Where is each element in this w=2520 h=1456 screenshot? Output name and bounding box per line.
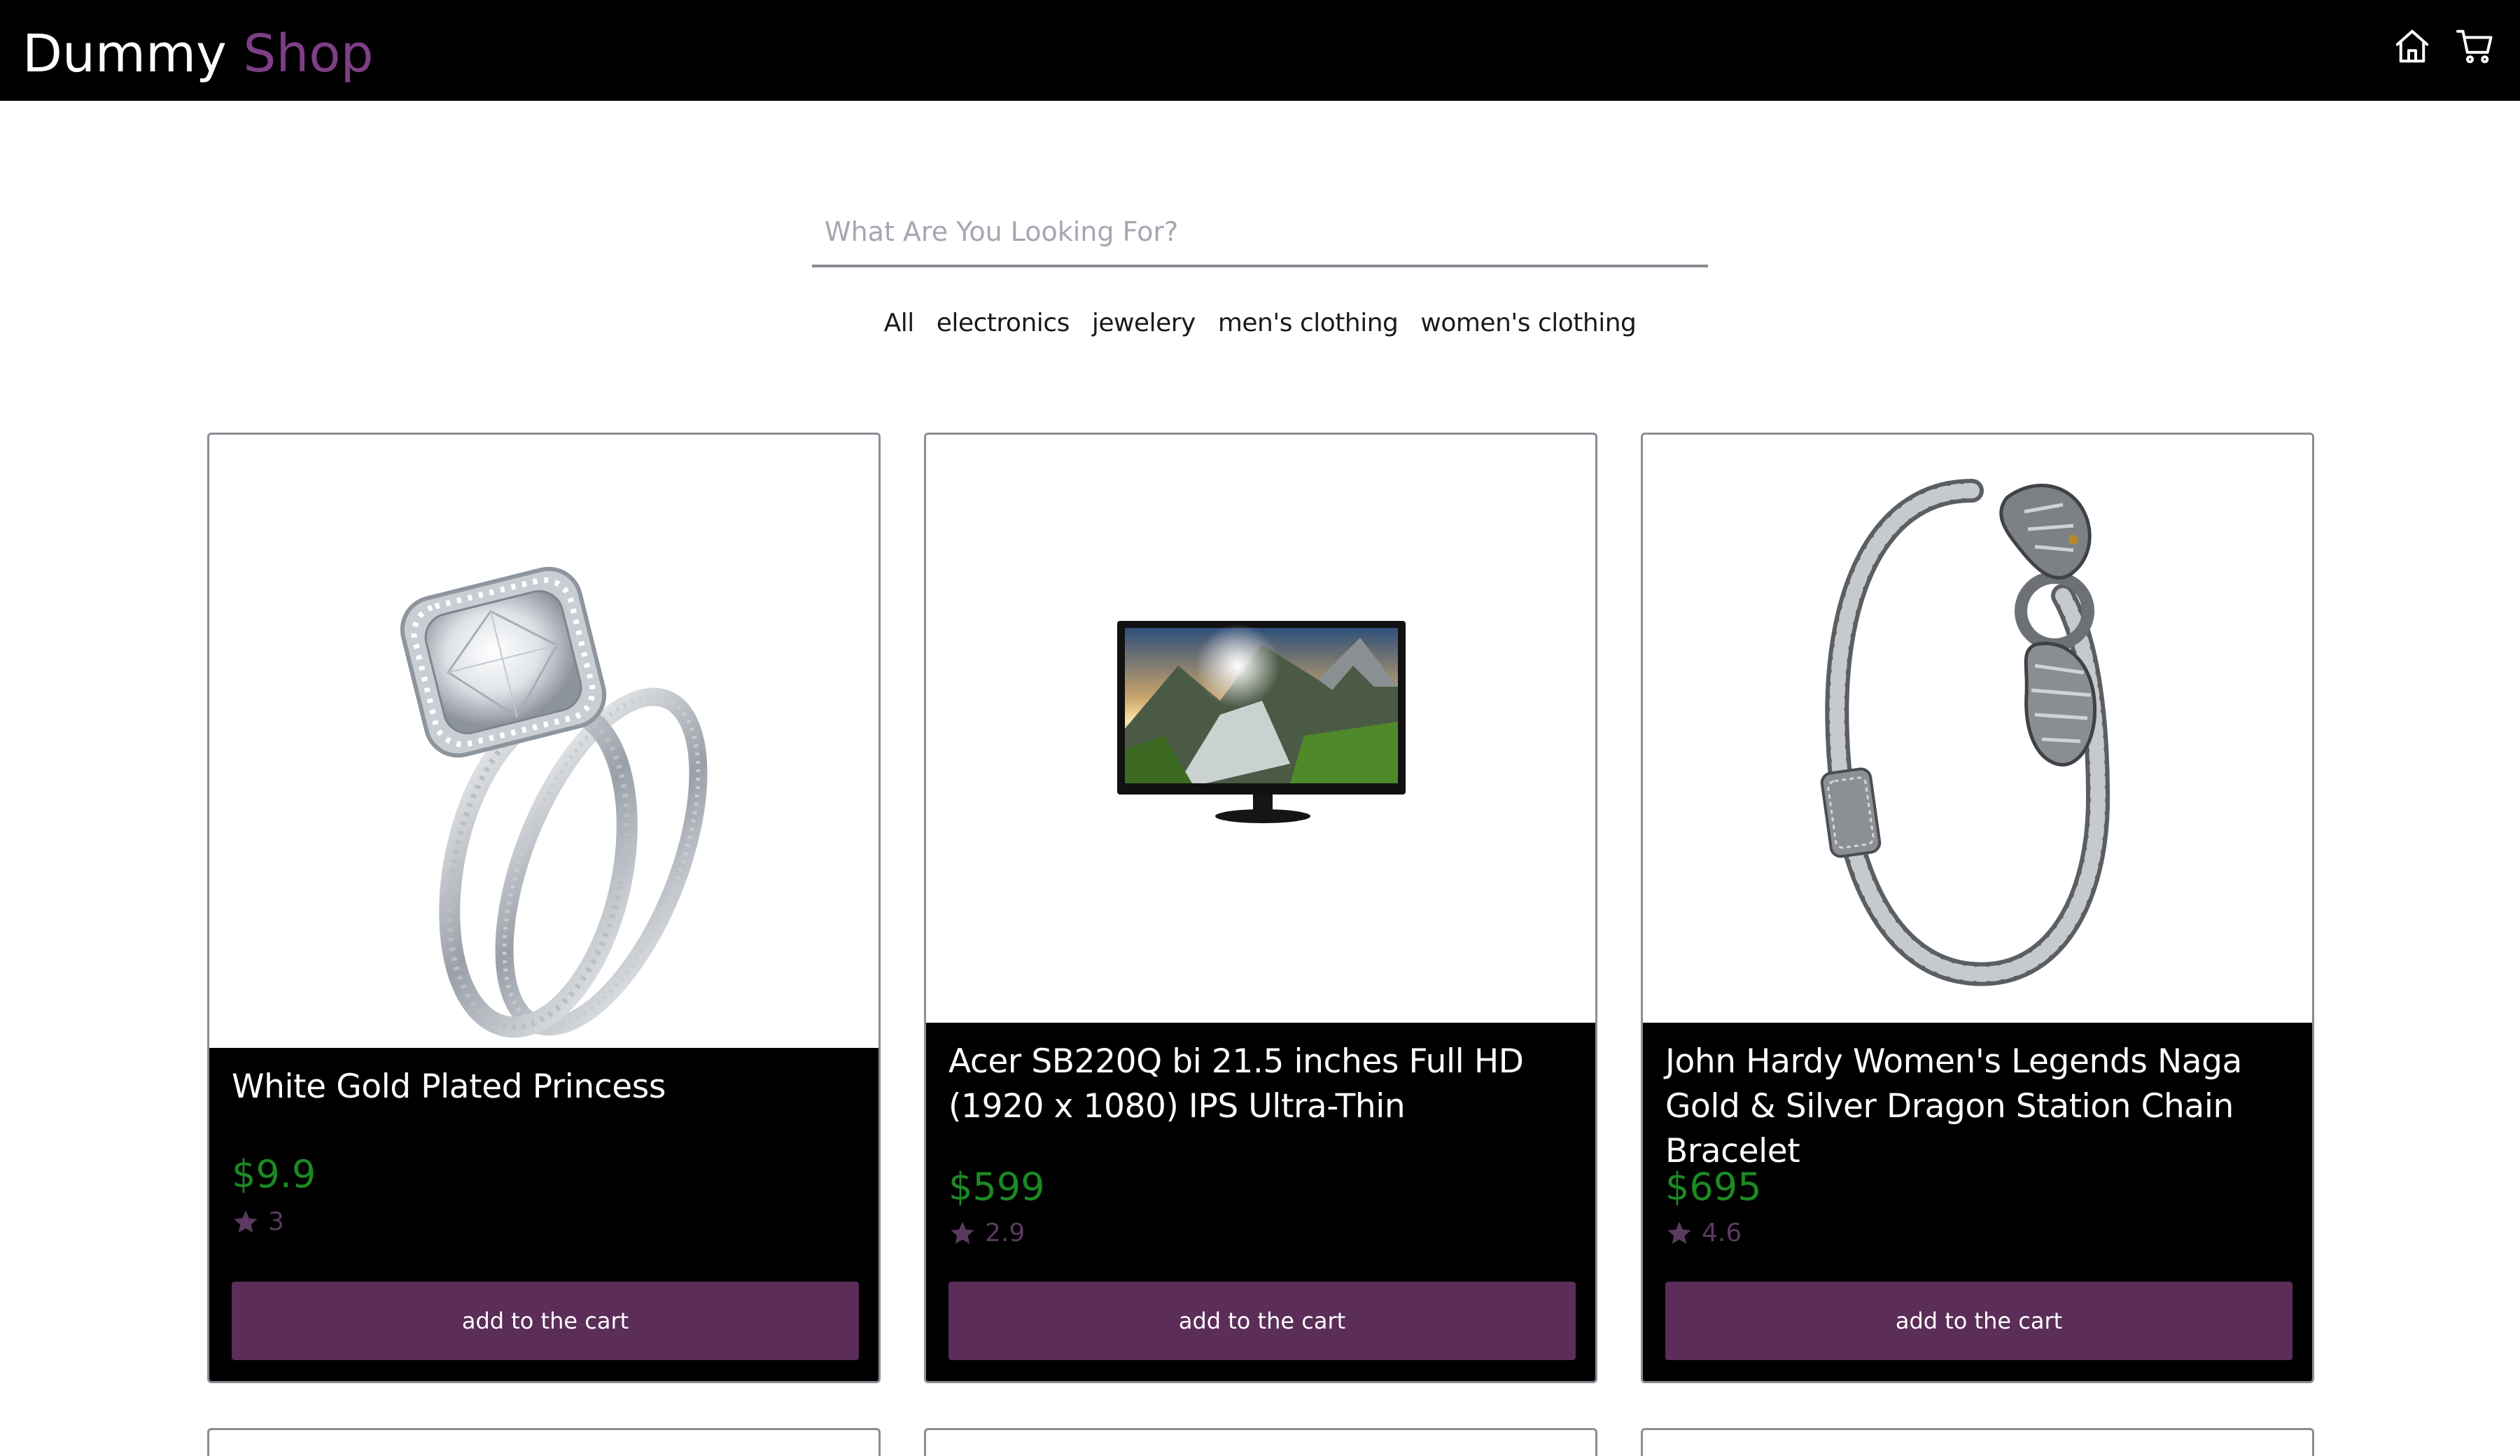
category-all[interactable]: All: [884, 305, 915, 342]
rating-value: 2.9: [985, 1219, 1026, 1247]
product-price: $9.9: [232, 1152, 316, 1196]
category-mens-clothing[interactable]: men's clothing: [1218, 305, 1399, 342]
add-to-cart-button[interactable]: add to the cart: [232, 1282, 859, 1360]
search-input[interactable]: [823, 210, 1694, 253]
category-filter: All electronics jewelery men's clothing …: [0, 305, 2520, 342]
search-bar: [812, 203, 1708, 267]
cart-button[interactable]: [2454, 25, 2496, 67]
category-womens-clothing[interactable]: women's clothing: [1420, 305, 1637, 342]
product-card-partial: [924, 1428, 1597, 1456]
product-info-panel: Acer SB220Q bi 21.5 inches Full HD (1920…: [926, 1023, 1595, 1381]
category-electronics[interactable]: electronics: [937, 305, 1070, 342]
monitor-product-image[interactable]: [926, 435, 1595, 1027]
star-icon: [951, 1222, 974, 1244]
product-info-panel: White Gold Plated Princess $9.9 3 add to…: [209, 1048, 878, 1381]
product-card: Acer SB220Q bi 21.5 inches Full HD (1920…: [924, 433, 1597, 1383]
product-title[interactable]: John Hardy Women's Legends Naga Gold & S…: [1665, 1040, 2295, 1174]
home-button[interactable]: [2391, 25, 2433, 67]
product-card-partial: [207, 1428, 881, 1456]
product-info-panel: John Hardy Women's Legends Naga Gold & S…: [1643, 1023, 2312, 1381]
product-rating: 3: [232, 1206, 284, 1238]
product-card-partial: [1641, 1428, 2314, 1456]
brand-logo[interactable]: Dummy Shop: [22, 21, 374, 87]
bracelet-image: [1820, 479, 2110, 986]
top-navbar: Dummy Shop: [0, 0, 2520, 101]
add-to-cart-button[interactable]: add to the cart: [948, 1282, 1576, 1360]
ring-image: [400, 566, 708, 1038]
brand-name-first: Dummy: [22, 24, 227, 84]
cart-icon: [2456, 29, 2493, 64]
product-rating: 2.9: [948, 1217, 1025, 1250]
star-icon: [234, 1210, 258, 1233]
category-jewelery[interactable]: jewelery: [1092, 305, 1196, 342]
bracelet-product-image[interactable]: [1643, 435, 2312, 1027]
home-icon: [2395, 29, 2429, 63]
product-price: $695: [1665, 1165, 1762, 1209]
product-price: $599: [948, 1165, 1045, 1209]
product-title[interactable]: Acer SB220Q bi 21.5 inches Full HD (1920…: [948, 1040, 1578, 1129]
product-rating: 4.6: [1665, 1217, 1742, 1250]
rating-value: 3: [268, 1208, 284, 1236]
add-to-cart-button[interactable]: add to the cart: [1665, 1282, 2292, 1360]
rating-value: 4.6: [1702, 1219, 1742, 1247]
monitor-image: [1117, 621, 1406, 823]
product-card: John Hardy Women's Legends Naga Gold & S…: [1641, 433, 2314, 1383]
brand-name-second: Shop: [243, 24, 374, 84]
star-icon: [1667, 1222, 1691, 1244]
product-title[interactable]: White Gold Plated Princess: [232, 1065, 862, 1110]
ring-product-image[interactable]: [209, 435, 878, 1048]
product-card: White Gold Plated Princess $9.9 3 add to…: [207, 433, 881, 1383]
